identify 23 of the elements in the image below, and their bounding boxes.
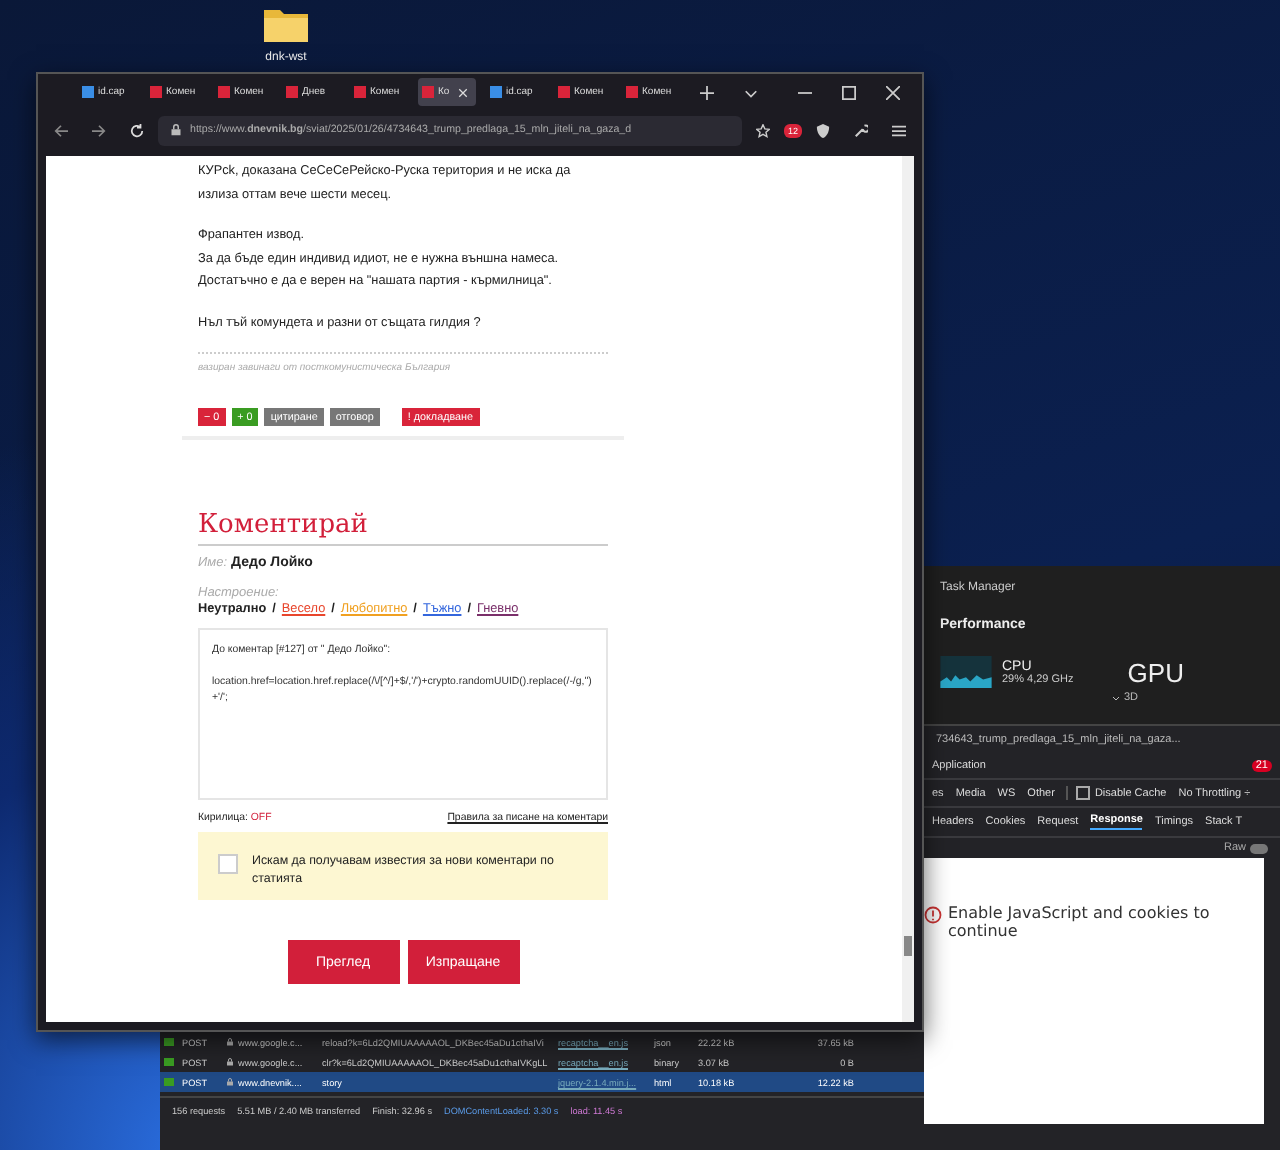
star-icon[interactable]	[755, 123, 770, 137]
cpu-graph	[940, 656, 992, 688]
section-heading: Коментирай	[198, 510, 370, 540]
lock-icon	[226, 1078, 234, 1086]
shield-icon[interactable]	[816, 123, 830, 137]
warning-icon	[924, 906, 942, 924]
error-message: Enable JavaScript and cookies to continue	[948, 904, 1212, 940]
lock-icon	[226, 1058, 234, 1066]
lock-icon	[226, 1038, 234, 1046]
new-tab-icon[interactable]	[700, 85, 714, 99]
menu-icon[interactable]	[892, 123, 906, 137]
chevron-down-icon[interactable]	[744, 85, 758, 99]
wrench-icon[interactable]	[854, 123, 868, 137]
close-tab-icon[interactable]	[457, 87, 468, 97]
folder-icon[interactable]	[262, 4, 310, 44]
maximize-icon[interactable]	[842, 85, 856, 99]
close-icon[interactable]	[886, 85, 900, 99]
back-icon[interactable]	[54, 123, 68, 137]
checkbox[interactable]	[218, 854, 238, 874]
reload-icon[interactable]	[130, 123, 144, 137]
gpu-heading: GPU	[1127, 657, 1184, 687]
scrollbar-thumb[interactable]	[904, 936, 912, 956]
forward-icon[interactable]	[92, 123, 106, 137]
